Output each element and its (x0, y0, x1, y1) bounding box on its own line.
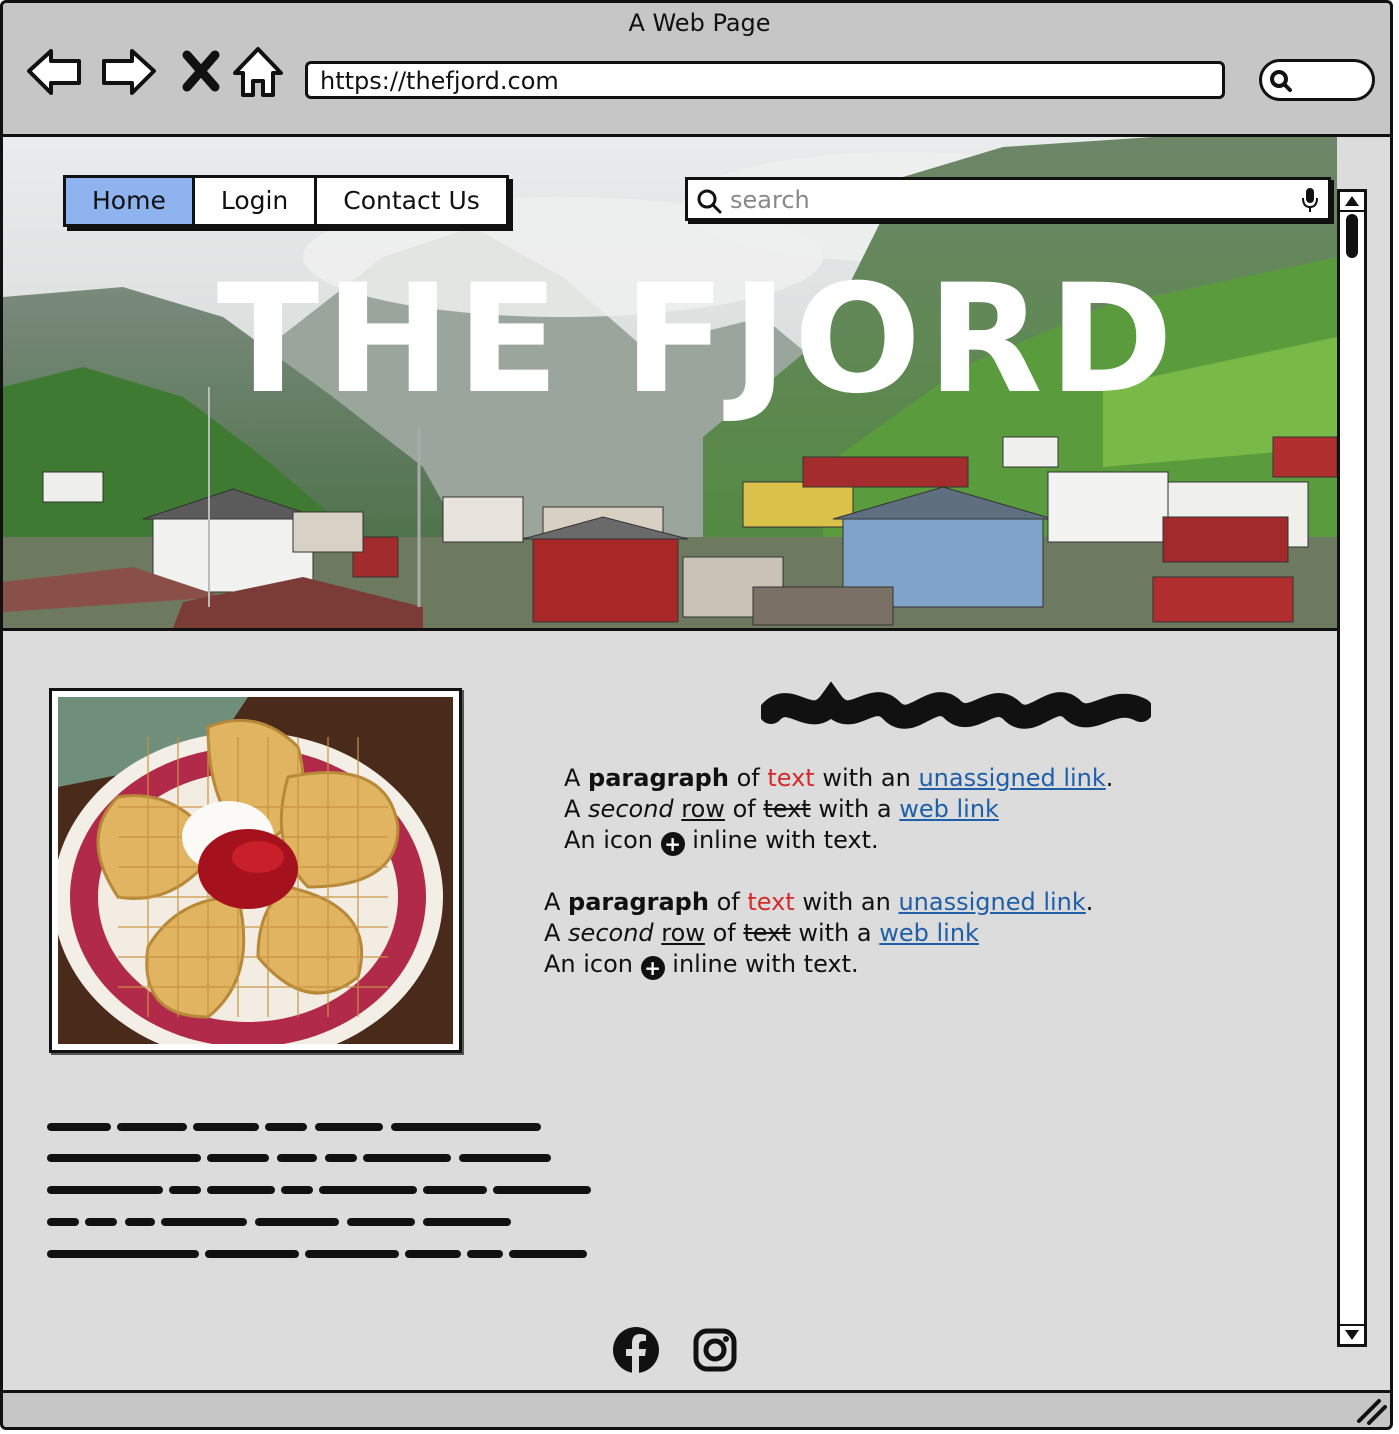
paragraph-line: A second row of text with a web link (544, 918, 1093, 949)
italic-text: second (588, 795, 674, 823)
browser-chrome: A Web Page https://thefjord.com (0, 0, 1393, 137)
scroll-up-icon[interactable] (1343, 194, 1361, 208)
text: of (708, 888, 748, 916)
unassigned-link[interactable]: unassigned link (918, 764, 1105, 792)
instagram-icon[interactable] (693, 1328, 737, 1372)
text: inline with text. (684, 826, 879, 854)
facebook-icon[interactable] (612, 1326, 660, 1374)
close-icon[interactable] (173, 43, 231, 101)
text: with an (794, 888, 899, 916)
home-icon[interactable] (229, 43, 287, 101)
unassigned-link[interactable]: unassigned link (898, 888, 1085, 916)
browser-search-box[interactable] (1259, 59, 1375, 101)
strikethrough-text: text (743, 919, 791, 947)
waffle-photo (49, 688, 462, 1062)
paragraph-1: A paragraph of text with an unassigned l… (564, 763, 1113, 856)
red-text: text (747, 888, 795, 916)
search-input[interactable] (728, 184, 1292, 216)
waffle-image (53, 697, 453, 1062)
text: A (544, 888, 569, 916)
resize-grip-icon[interactable] (1355, 1397, 1387, 1425)
tab-login[interactable]: Login (194, 178, 318, 224)
text: . (1105, 764, 1114, 792)
text: A (564, 764, 589, 792)
text: A (564, 795, 589, 823)
scribbled-heading (761, 681, 1151, 729)
paragraph-line: An icon + inline with text. (544, 949, 1093, 980)
text: with a (790, 919, 880, 947)
plus-circle-icon: + (660, 832, 685, 856)
text: inline with text. (664, 950, 859, 978)
paragraph-line: A paragraph of text with an unassigned l… (544, 887, 1093, 918)
url-text: https://thefjord.com (320, 67, 559, 95)
paragraph-line: A paragraph of text with an unassigned l… (564, 763, 1113, 794)
text: with an (814, 764, 919, 792)
back-icon[interactable] (25, 43, 83, 101)
scroll-down-icon[interactable] (1343, 1328, 1361, 1342)
scroll-thumb[interactable] (1346, 214, 1358, 258)
tab-home[interactable]: Home (66, 178, 195, 224)
red-text: text (767, 764, 815, 792)
vertical-scrollbar[interactable] (1337, 189, 1367, 1347)
web-link[interactable]: web link (879, 919, 979, 947)
tab-contact-us[interactable]: Contact Us (317, 178, 506, 224)
search-icon (1270, 70, 1292, 92)
text: An icon (564, 826, 661, 854)
site-search-box (685, 177, 1331, 221)
text: of (724, 795, 764, 823)
italic-text: second (568, 919, 654, 947)
hero-title: THE FJORD (216, 253, 1180, 427)
scribbled-text-block (47, 1123, 591, 1258)
strikethrough-text: text (763, 795, 811, 823)
underlined-text: row (681, 795, 725, 823)
web-link[interactable]: web link (899, 795, 999, 823)
plus-circle-icon: + (640, 956, 665, 980)
text: with a (810, 795, 900, 823)
bold-text: paragraph (588, 764, 729, 792)
paragraph-line: An icon + inline with text. (564, 825, 1113, 856)
text: of (704, 919, 744, 947)
paragraph-line: A second row of text with a web link (564, 794, 1113, 825)
microphone-icon[interactable] (1300, 186, 1320, 214)
bold-text: paragraph (568, 888, 709, 916)
search-icon (697, 189, 722, 214)
text: An icon (544, 950, 641, 978)
text: A (544, 919, 569, 947)
text: . (1085, 888, 1094, 916)
status-bar (0, 1390, 1393, 1430)
address-bar[interactable]: https://thefjord.com (305, 61, 1225, 99)
underlined-text: row (661, 919, 705, 947)
window-title: A Web Page (628, 9, 771, 37)
page-viewport: THE FJORD Home Login Contact Us search A… (0, 137, 1393, 1390)
text: of (728, 764, 768, 792)
forward-icon[interactable] (100, 43, 158, 101)
paragraph-2: A paragraph of text with an unassigned l… (544, 887, 1093, 980)
nav-tabs: Home Login Contact Us (63, 175, 509, 227)
